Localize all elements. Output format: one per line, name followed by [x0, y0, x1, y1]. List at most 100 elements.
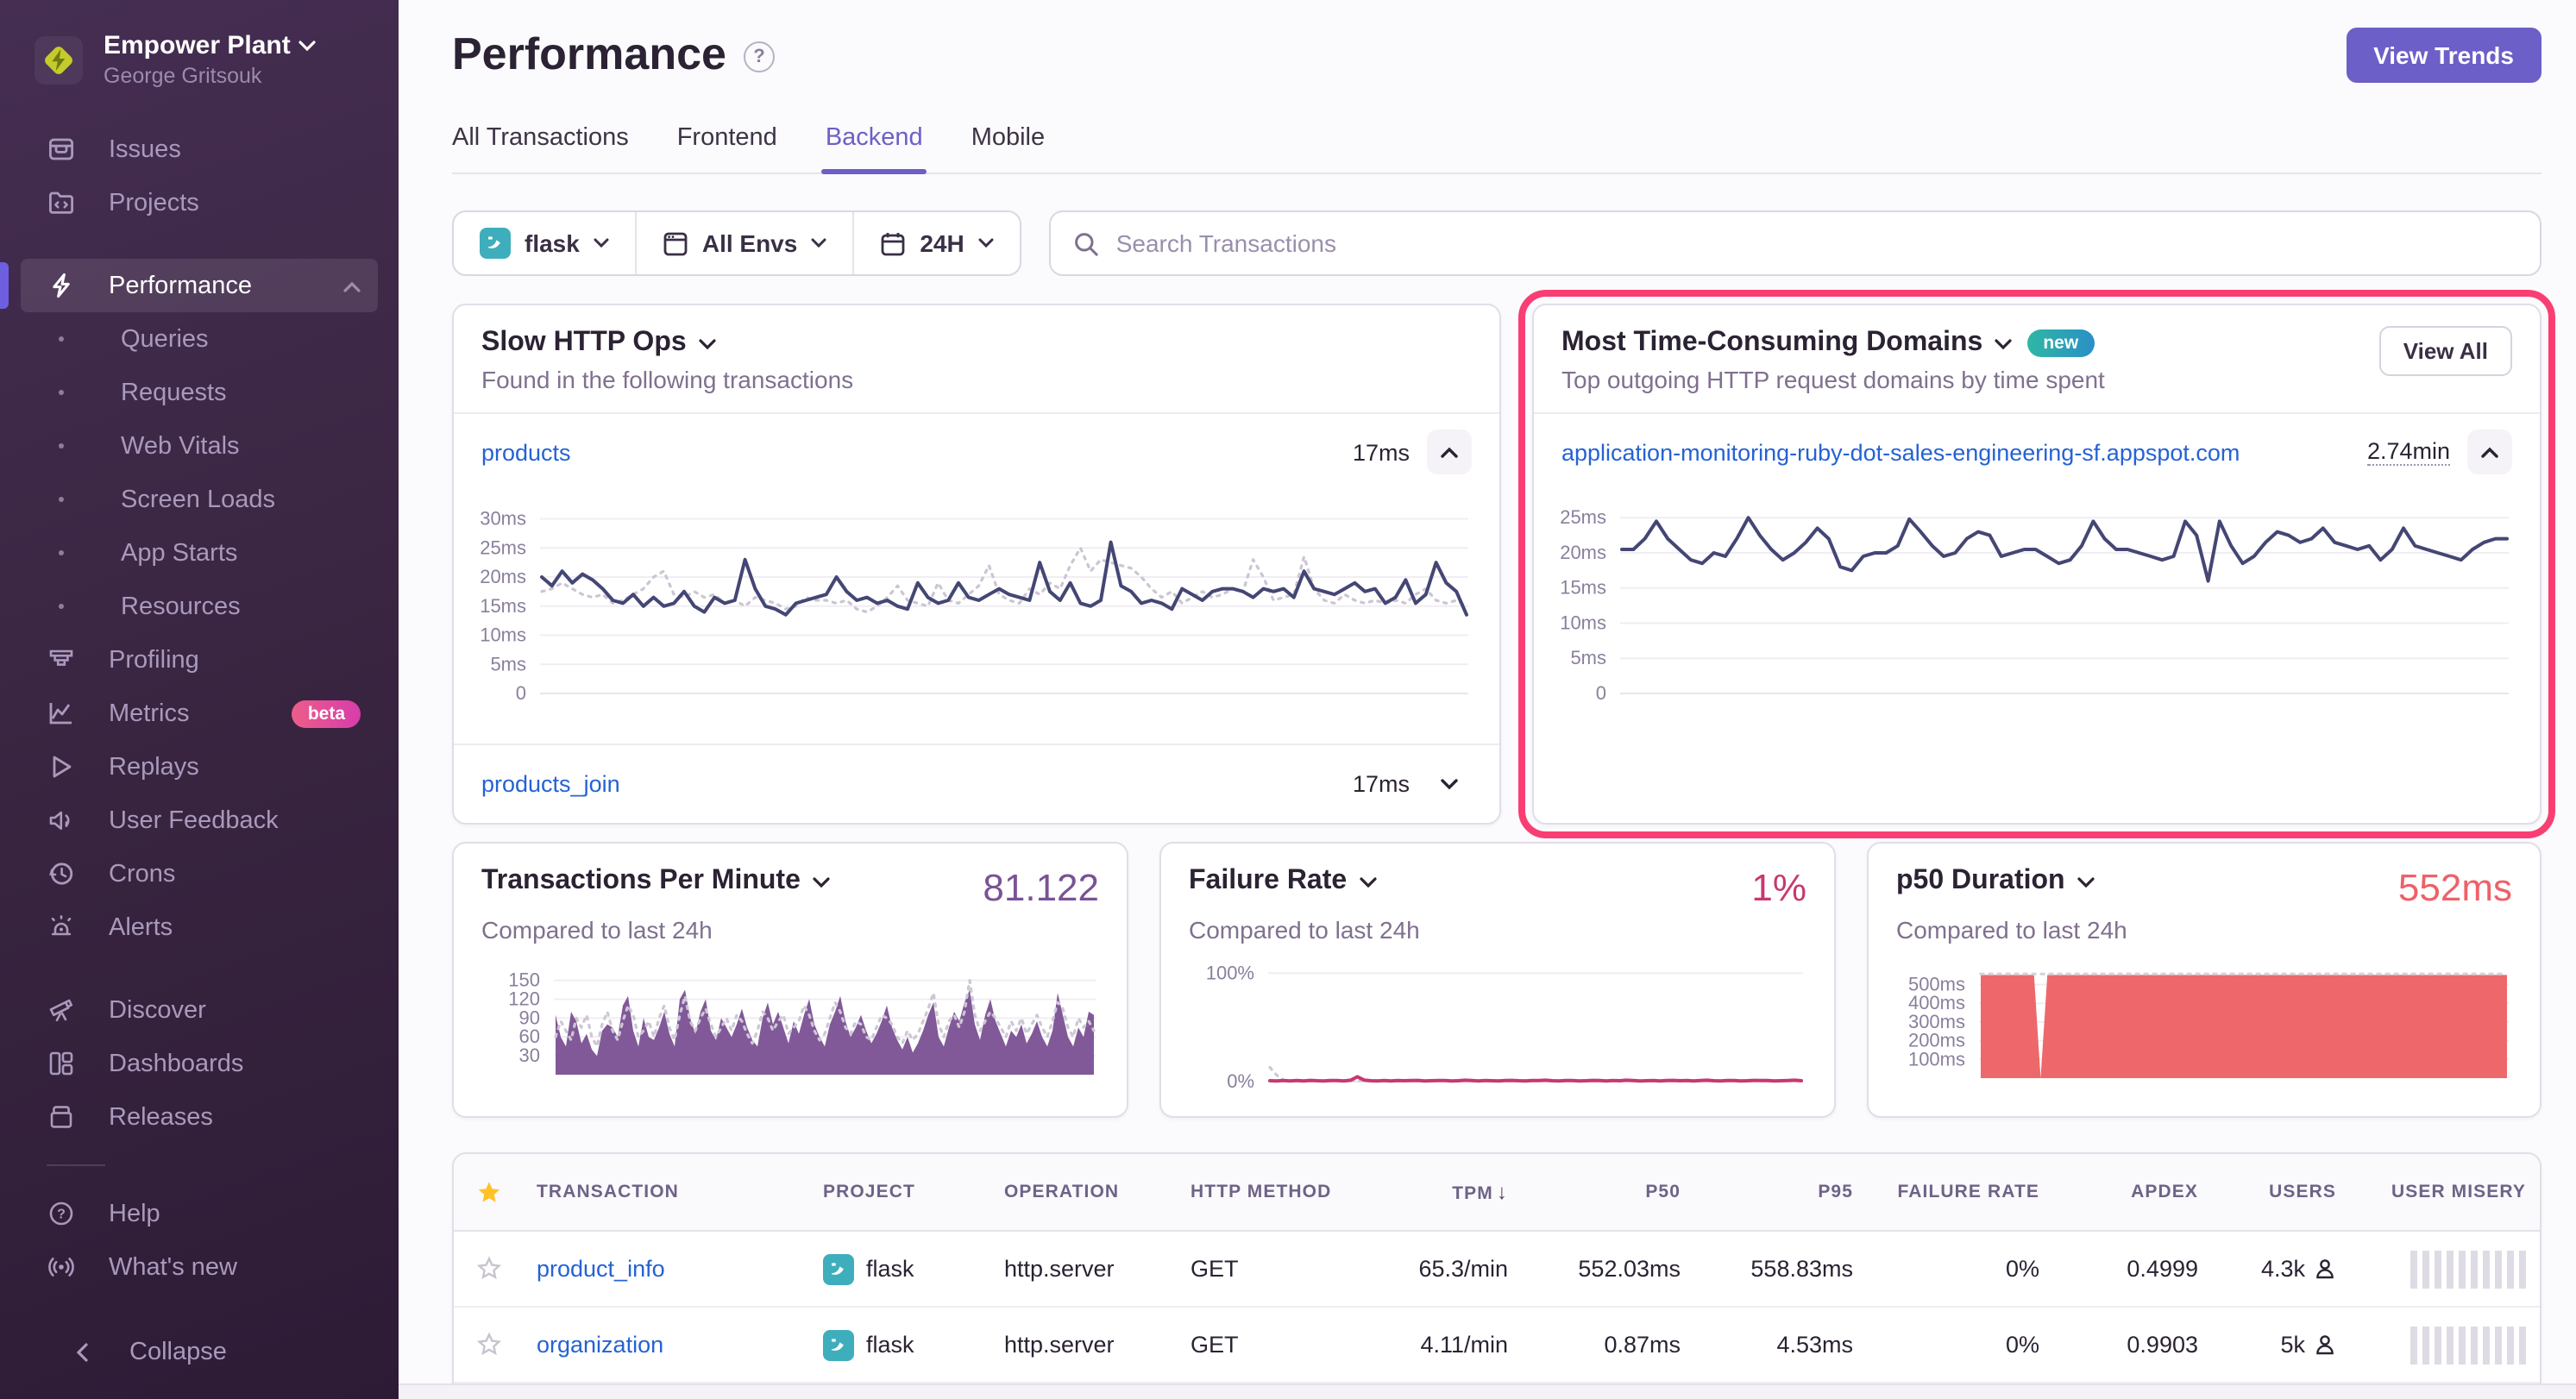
sidebar-item-discover[interactable]: Discover — [21, 983, 378, 1037]
sidebar-item-help[interactable]: ? Help — [21, 1187, 378, 1240]
date-range-filter[interactable]: 24H — [852, 212, 1019, 274]
page-background — [399, 1383, 2576, 1399]
col-transaction[interactable]: Transaction — [523, 1182, 809, 1202]
favorite-star-icon[interactable] — [454, 1179, 523, 1205]
col-apdex[interactable]: Apdex — [2053, 1182, 2212, 1202]
svg-text:30: 30 — [519, 1045, 540, 1066]
domain-link[interactable]: application-monitoring-ruby-dot-sales-en… — [1561, 439, 2240, 465]
svg-text:0: 0 — [516, 682, 526, 704]
http-method-cell: GET — [1177, 1256, 1349, 1282]
window-icon — [663, 230, 688, 256]
failure-rate-chart[interactable]: 100%0% — [1189, 961, 1806, 1092]
table-row: organization flask http.server GET 4.11/… — [454, 1308, 2540, 1383]
bullet-icon — [59, 390, 64, 395]
bullet-icon — [59, 443, 64, 449]
p50-cell: 552.03ms — [1522, 1256, 1694, 1282]
sidebar-item-releases[interactable]: Releases — [21, 1090, 378, 1144]
main-content: Performance ? View Trends All Transactio… — [399, 0, 2576, 1399]
col-user-misery[interactable]: User Misery — [2350, 1182, 2540, 1202]
megaphone-icon — [47, 806, 76, 835]
sidebar-item-user-feedback[interactable]: User Feedback — [21, 794, 378, 847]
col-failure-rate[interactable]: Failure Rate — [1867, 1182, 2053, 1202]
chevron-down-icon — [1359, 875, 1376, 888]
view-all-button[interactable]: View All — [2379, 326, 2512, 376]
star-toggle[interactable] — [454, 1256, 523, 1282]
search-input[interactable] — [1116, 229, 2517, 257]
tpm-chart[interactable]: 150120906030 — [481, 961, 1099, 1085]
col-tpm-sorted[interactable]: TPM↓ — [1349, 1180, 1522, 1204]
svg-text:100%: 100% — [1206, 962, 1254, 983]
project-filter[interactable]: flask — [454, 212, 635, 274]
sidebar-item-screen-loads[interactable]: Screen Loads — [21, 473, 378, 526]
duration-value: 17ms — [1353, 771, 1410, 797]
operation-cell: http.server — [990, 1256, 1177, 1282]
help-icon: ? — [47, 1199, 76, 1228]
svg-text:30ms: 30ms — [480, 508, 526, 530]
sidebar-item-projects[interactable]: Projects — [21, 176, 378, 229]
help-tooltip-icon[interactable]: ? — [744, 41, 775, 72]
transactions-table: Transaction Project Operation HTTP Metho… — [452, 1152, 2541, 1383]
col-p95[interactable]: P95 — [1694, 1182, 1867, 1202]
chevron-down-icon — [1995, 337, 2012, 349]
sidebar-item-dashboards[interactable]: Dashboards — [21, 1037, 378, 1090]
tab-frontend[interactable]: Frontend — [677, 124, 777, 173]
tab-backend[interactable]: Backend — [826, 124, 923, 173]
highlighted-region: Most Time-Consuming Domains new Top outg… — [1532, 304, 2541, 825]
sidebar: Empower Plant George Gritsouk Issues Pro… — [0, 0, 399, 1399]
sidebar-item-issues[interactable]: Issues — [21, 122, 378, 176]
sidebar-item-performance[interactable]: Performance — [21, 259, 378, 312]
sidebar-item-profiling[interactable]: Profiling — [21, 633, 378, 687]
sidebar-item-resources[interactable]: Resources — [21, 580, 378, 633]
environment-filter[interactable]: All Envs — [635, 212, 853, 274]
sidebar-item-replays[interactable]: Replays — [21, 740, 378, 794]
svg-text:25ms: 25ms — [1560, 506, 1606, 528]
active-indicator — [0, 262, 9, 309]
org-switcher[interactable]: Empower Plant George Gritsouk — [35, 31, 371, 88]
bullet-icon — [59, 336, 64, 342]
sidebar-item-whats-new[interactable]: What's new — [21, 1240, 378, 1294]
failure-rate-title-dropdown[interactable]: Failure Rate — [1189, 866, 1376, 897]
p50-duration-chart[interactable]: 500ms400ms300ms200ms100ms — [1896, 961, 2512, 1088]
collapse-row-button[interactable] — [1427, 430, 1472, 474]
col-http-method[interactable]: HTTP Method — [1177, 1182, 1349, 1202]
expand-row-button[interactable] — [1427, 762, 1472, 806]
tab-all-transactions[interactable]: All Transactions — [452, 124, 629, 173]
col-project[interactable]: Project — [809, 1182, 990, 1202]
slow-http-chart[interactable]: 30ms25ms20ms15ms10ms5ms0 — [461, 500, 1472, 704]
operation-cell: http.server — [990, 1332, 1177, 1358]
sidebar-item-app-starts[interactable]: App Starts — [21, 526, 378, 580]
table-header-row: Transaction Project Operation HTTP Metho… — [454, 1154, 2540, 1232]
profiling-icon — [47, 645, 76, 674]
chevron-down-icon — [978, 238, 994, 248]
sidebar-item-web-vitals[interactable]: Web Vitals — [21, 419, 378, 473]
slow-http-ops-title-dropdown[interactable]: Slow HTTP Ops — [481, 328, 1472, 359]
org-name: Empower Plant — [104, 31, 317, 60]
transaction-link[interactable]: products_join — [481, 771, 620, 797]
compare-label: Compared to last 24h — [1189, 916, 1806, 944]
view-trends-button[interactable]: View Trends — [2346, 28, 2541, 83]
chevron-up-icon — [1441, 446, 1458, 458]
svg-text:0: 0 — [1596, 682, 1606, 704]
chevron-down-icon — [699, 337, 716, 349]
tab-mobile[interactable]: Mobile — [971, 124, 1045, 173]
tpm-title-dropdown[interactable]: Transactions Per Minute — [481, 866, 830, 897]
sidebar-item-crons[interactable]: Crons — [21, 847, 378, 900]
project-cell[interactable]: flask — [809, 1253, 990, 1284]
col-p50[interactable]: P50 — [1522, 1182, 1694, 1202]
star-toggle[interactable] — [454, 1332, 523, 1358]
domains-chart[interactable]: 25ms20ms15ms10ms5ms0 — [1541, 500, 2512, 704]
transaction-link[interactable]: products — [481, 439, 571, 465]
flask-project-icon — [823, 1329, 854, 1360]
sidebar-item-requests[interactable]: Requests — [21, 366, 378, 419]
collapse-row-button[interactable] — [2467, 430, 2512, 474]
sidebar-collapse-button[interactable]: Collapse — [41, 1325, 357, 1378]
sidebar-item-alerts[interactable]: Alerts — [21, 900, 378, 954]
sidebar-item-metrics[interactable]: Metrics beta — [21, 687, 378, 740]
sidebar-item-queries[interactable]: Queries — [21, 312, 378, 366]
domains-title-dropdown[interactable]: Most Time-Consuming Domains new — [1561, 328, 2512, 359]
project-cell[interactable]: flask — [809, 1329, 990, 1360]
col-operation[interactable]: Operation — [990, 1182, 1177, 1202]
p50-title-dropdown[interactable]: p50 Duration — [1896, 866, 2095, 897]
col-users[interactable]: Users — [2212, 1182, 2350, 1202]
replays-icon — [47, 752, 76, 781]
